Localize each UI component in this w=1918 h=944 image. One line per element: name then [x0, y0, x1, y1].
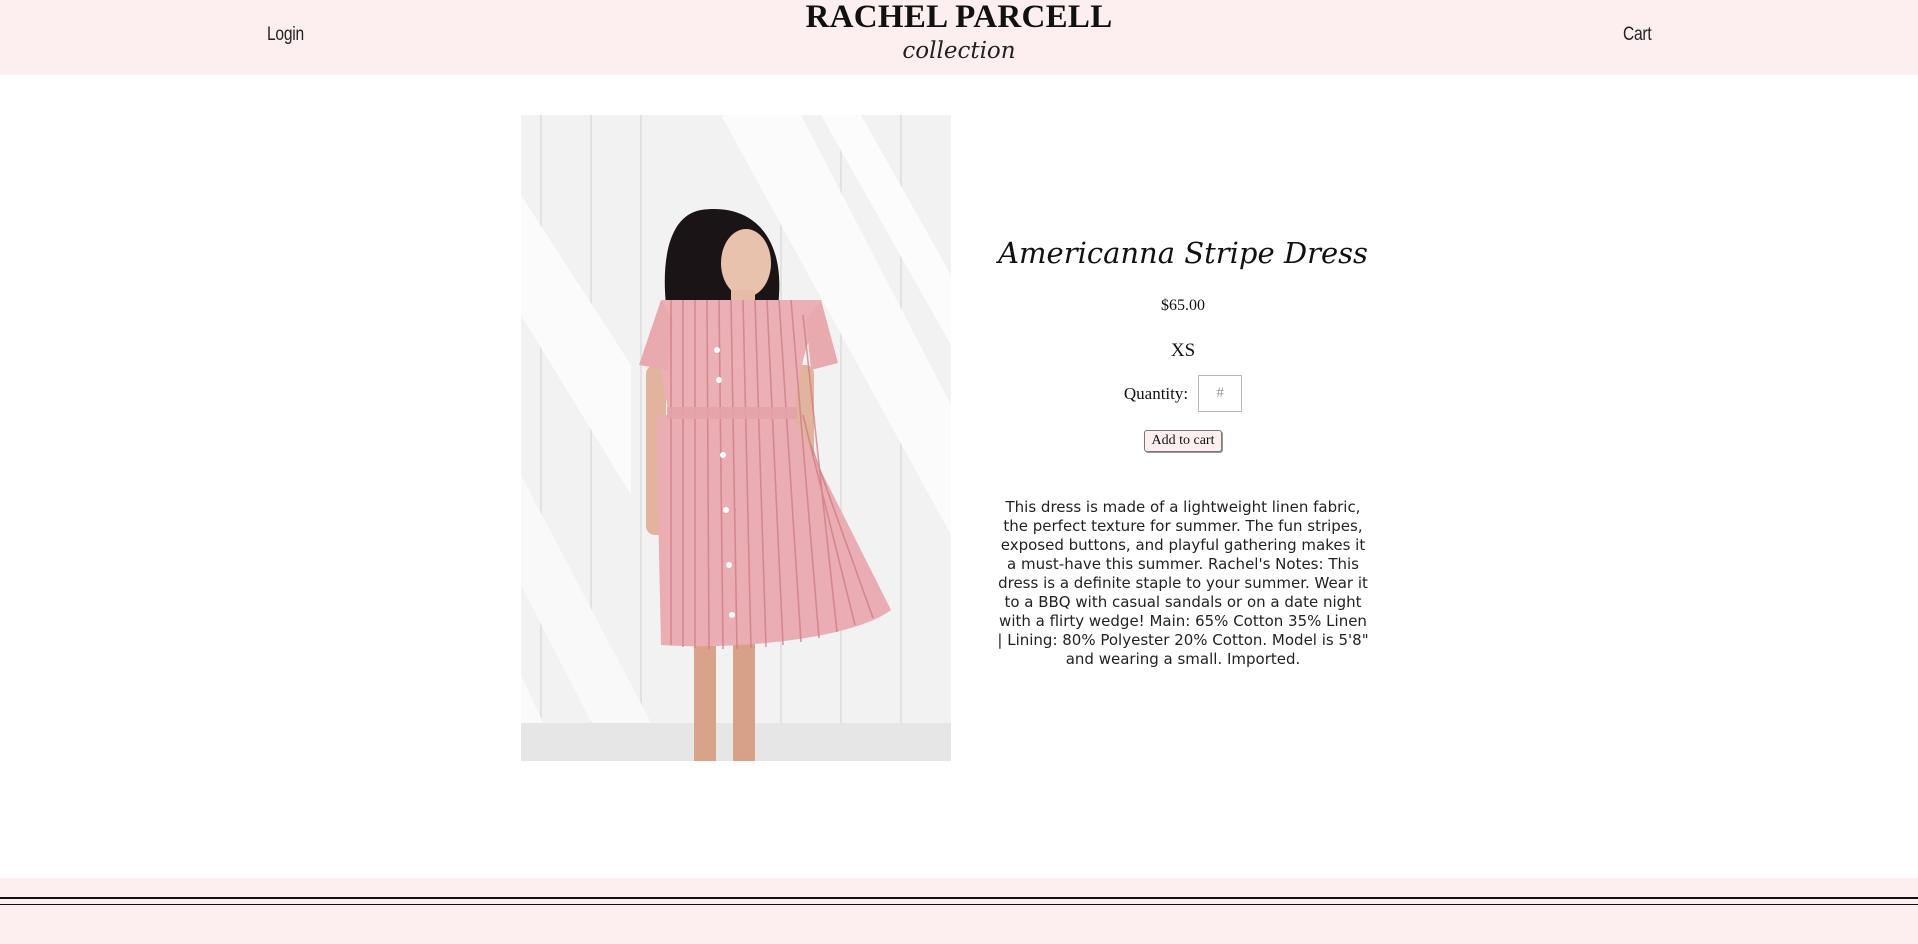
product-size: XS	[1170, 340, 1196, 361]
footer-divider	[0, 897, 1918, 899]
site-header: Login RACHEL PARCELL collection Cart	[0, 0, 1918, 75]
product-details: Americanna Stripe Dress $65.00 XS Quanti…	[990, 225, 1376, 669]
quantity-label: Quantity:	[1123, 383, 1189, 403]
footer-divider	[0, 904, 1918, 905]
login-link[interactable]: Login	[267, 24, 304, 46]
add-to-cart-button[interactable]: Add to cart	[1143, 430, 1223, 452]
product-description: This dress is made of a lightweight line…	[997, 498, 1369, 668]
brand-logo[interactable]: RACHEL PARCELL collection	[749, 0, 1169, 68]
site-footer	[0, 878, 1918, 944]
brand-subtitle: collection	[902, 38, 1016, 64]
dress-model-image	[521, 115, 951, 761]
brand-name: RACHEL PARCELL	[805, 0, 1113, 35]
quantity-row: Quantity:	[990, 375, 1376, 412]
product-photo	[521, 115, 951, 761]
product-title: Americanna Stripe Dress	[998, 236, 1368, 270]
product-price: $65.00	[1161, 297, 1205, 314]
cart-link[interactable]: Cart	[1623, 24, 1652, 46]
quantity-input[interactable]	[1198, 375, 1243, 412]
